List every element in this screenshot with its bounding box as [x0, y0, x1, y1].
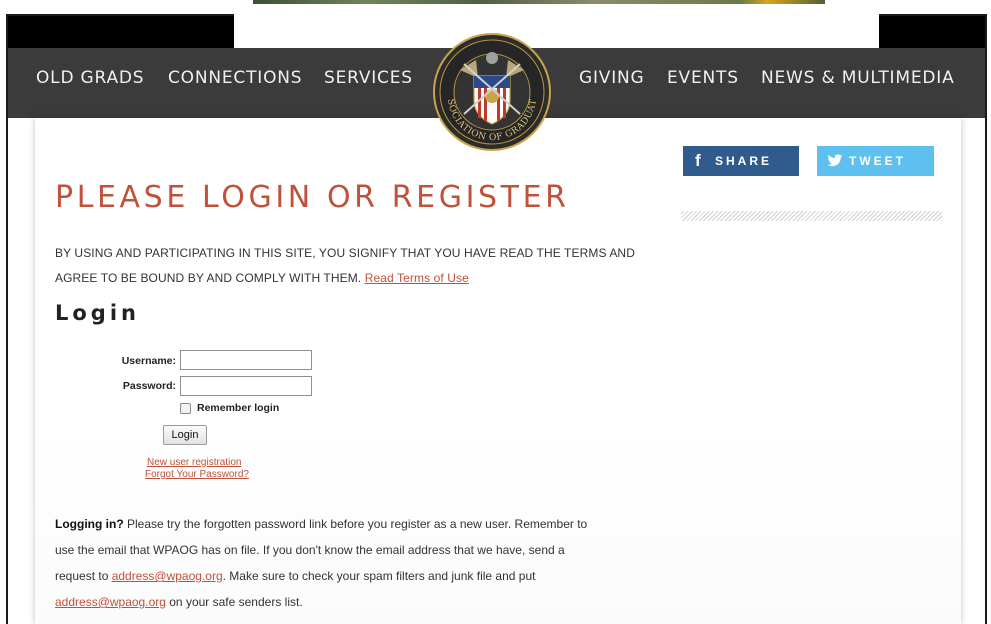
info-line3-post: . Make sure to check your spam filters a… [222, 569, 536, 583]
info-line4-post: on your safe senders list. [165, 595, 303, 609]
facebook-icon: f [695, 151, 701, 170]
share-label: SHARE [715, 154, 773, 168]
twitter-bird-icon [827, 154, 843, 167]
email-link[interactable]: address@wpaog.org [112, 569, 223, 583]
facebook-share-button[interactable]: f SHARE [683, 146, 799, 176]
new-user-registration-link[interactable]: New user registration [147, 457, 241, 468]
username-input[interactable] [180, 350, 312, 370]
email-link-2[interactable]: address@wpaog.org [55, 595, 166, 609]
password-input[interactable] [180, 376, 312, 396]
page-title: PLEASE LOGIN OR REGISTER [55, 180, 570, 215]
twitter-tweet-button[interactable]: TWEET [817, 146, 934, 176]
nav-news-multimedia[interactable]: NEWS & MULTIMEDIA [761, 68, 955, 88]
hero-image-box [234, 0, 879, 48]
frame-border-right [985, 14, 987, 624]
sidebar-divider [681, 211, 942, 221]
info-line2: use the email that WPAOG has on file. If… [55, 543, 565, 557]
tweet-label: TWEET [849, 154, 906, 168]
info-line3: request to address@wpaog.org. Make sure … [55, 569, 535, 583]
info-bold-lead: Logging in? [55, 517, 124, 531]
nav-events[interactable]: EVENTS [667, 68, 739, 88]
info-line1-text: Please try the forgotten password link b… [123, 517, 588, 531]
read-terms-link[interactable]: Read Terms of Use [365, 271, 469, 285]
frame-border-top-left [6, 14, 234, 16]
info-line3-pre: request to [55, 569, 112, 583]
nav-giving[interactable]: GIVING [579, 68, 645, 88]
info-line1: Logging in? Please try the forgotten pas… [55, 517, 587, 531]
nav-services[interactable]: SERVICES [324, 68, 413, 88]
terms-text: AGREE TO BE BOUND BY AND COMPLY WITH THE… [55, 271, 362, 285]
info-line4: address@wpaog.org on your safe senders l… [55, 595, 303, 609]
remember-login-label[interactable]: Remember login [197, 402, 279, 414]
nav-old-grads[interactable]: OLD GRADS [36, 68, 144, 88]
remember-login-checkbox[interactable] [180, 403, 191, 414]
hero-image-strip [253, 0, 825, 4]
forgot-password-link[interactable]: Forgot Your Password? [145, 469, 249, 480]
aog-crest-logo[interactable]: ASSOCIATION OF GRADUATES [430, 30, 554, 154]
login-button[interactable]: Login [163, 425, 207, 445]
password-label: Password: [122, 380, 176, 392]
nav-connections[interactable]: CONNECTIONS [168, 68, 302, 88]
login-heading: Login [55, 301, 140, 325]
terms-text-line2: AGREE TO BE BOUND BY AND COMPLY WITH THE… [55, 271, 469, 285]
frame-border-top-right [879, 14, 987, 16]
terms-text-line1: BY USING AND PARTICIPATING IN THIS SITE,… [55, 246, 635, 260]
username-label: Username: [121, 355, 176, 367]
